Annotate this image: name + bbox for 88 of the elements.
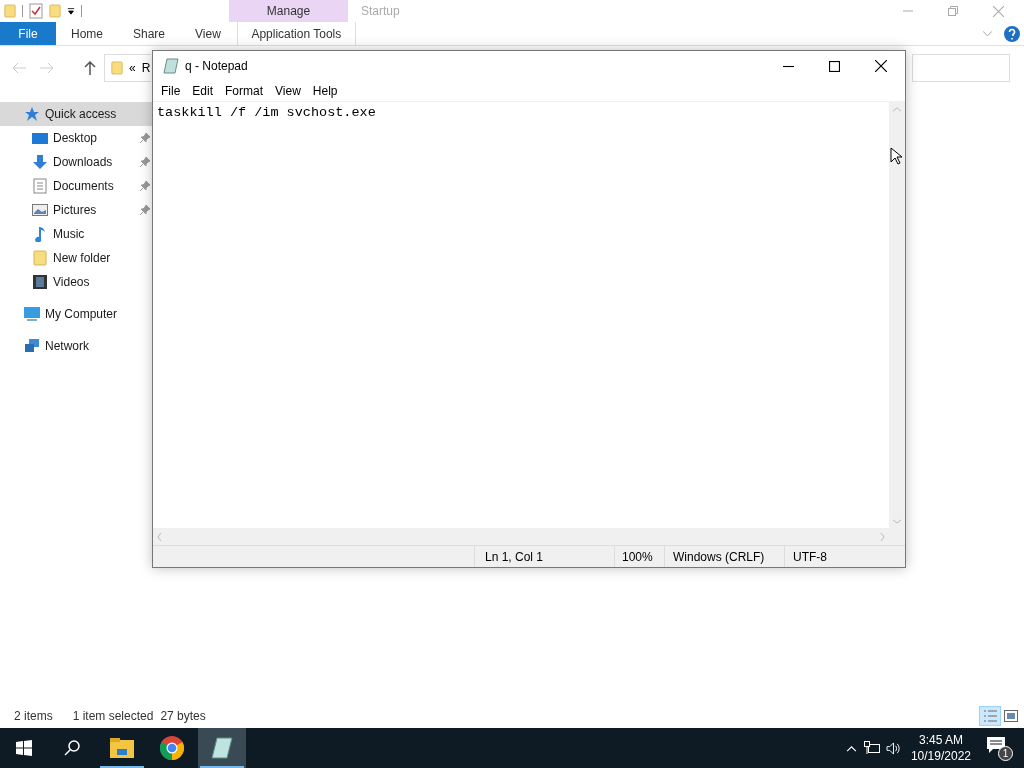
notification-button[interactable]: 1 <box>987 735 1013 761</box>
folder-icon <box>111 60 123 76</box>
folder-icon <box>32 250 48 266</box>
chevron-up-icon[interactable] <box>845 744 857 752</box>
forward-arrow-icon[interactable] <box>40 62 54 74</box>
ribbon-tab[interactable]: View <box>180 22 236 45</box>
status-zoom: 100% <box>614 546 664 567</box>
star-icon <box>24 106 40 122</box>
ribbon-tab[interactable]: File <box>0 22 56 45</box>
nav-item[interactable]: My Computer <box>0 302 152 326</box>
address-chevron: « <box>129 60 136 77</box>
nav-item[interactable]: New folder <box>0 246 152 270</box>
network-icon[interactable] <box>863 741 880 755</box>
search-field[interactable] <box>912 54 1010 82</box>
status-text: 2 items <box>14 708 53 725</box>
menu-item[interactable]: Format <box>219 82 270 100</box>
nav-item[interactable]: Pictures <box>0 198 152 222</box>
notification-count: 1 <box>998 746 1013 761</box>
clock-date: 10/19/2022 <box>910 748 971 764</box>
folder-icon <box>4 3 16 19</box>
maximize-icon[interactable] <box>829 60 840 72</box>
status-text: 1 item selected <box>72 708 154 725</box>
nav-item[interactable]: Downloads <box>0 150 152 174</box>
nav-item[interactable]: Music <box>0 222 152 246</box>
menu-item[interactable]: Edit <box>186 82 220 100</box>
pin-icon[interactable] <box>140 205 150 215</box>
network-icon <box>24 338 40 354</box>
search-icon[interactable] <box>64 740 80 756</box>
restore-icon[interactable] <box>948 6 958 16</box>
up-arrow-icon[interactable] <box>84 61 96 75</box>
nav-label: Videos <box>53 274 91 291</box>
menu-item[interactable]: File <box>155 82 187 100</box>
text-area[interactable]: taskkill /f /im svchost.exe <box>153 102 889 528</box>
large-icons-view-icon[interactable] <box>1004 710 1018 722</box>
address-bar[interactable]: « R <box>104 54 151 82</box>
menu-item[interactable]: View <box>269 82 307 100</box>
nav-label: Pictures <box>53 202 98 219</box>
back-arrow-icon[interactable] <box>12 62 26 74</box>
nav-label: Music <box>53 226 86 243</box>
nav-item[interactable]: Videos <box>0 270 152 294</box>
pin-icon[interactable] <box>140 133 150 143</box>
nav-label: Desktop <box>53 130 99 147</box>
status-position: Ln 1, Col 1 <box>474 546 614 567</box>
inactive-group-header: Startup <box>361 3 400 20</box>
nav-label: Quick access <box>45 106 118 123</box>
window-title: q - Notepad <box>185 58 248 75</box>
chrome-icon <box>160 736 184 760</box>
folder-icon <box>110 738 134 758</box>
computer-icon <box>24 306 40 322</box>
nav-item[interactable]: Desktop <box>0 126 152 150</box>
nav-label: My Computer <box>45 306 119 323</box>
nav-label: New folder <box>53 250 112 267</box>
help-icon[interactable] <box>1004 25 1020 42</box>
nav-item[interactable]: Quick access <box>0 102 152 126</box>
close-icon[interactable] <box>875 60 887 72</box>
nav-item[interactable]: Documents <box>0 174 152 198</box>
speaker-icon[interactable] <box>885 741 901 755</box>
pin-icon[interactable] <box>140 157 150 167</box>
taskbar-app[interactable] <box>198 728 246 768</box>
pin-icon[interactable] <box>140 181 150 191</box>
desktop-icon <box>32 130 48 146</box>
clock-time: 3:45 AM <box>918 732 963 748</box>
nav-label: Downloads <box>53 154 114 171</box>
cursor-icon <box>890 147 902 165</box>
status-encoding: UTF-8 <box>784 546 905 567</box>
film-icon <box>32 274 48 290</box>
document-icon <box>32 178 48 194</box>
nav-label: Documents <box>53 178 115 195</box>
folder-icon <box>49 3 61 19</box>
picture-icon <box>32 202 48 218</box>
address-text: R <box>141 60 151 77</box>
ribbon-tab[interactable]: Share <box>118 22 181 45</box>
dropdown-icon[interactable] <box>67 7 75 15</box>
checklist-icon[interactable] <box>29 3 43 19</box>
notepad-icon <box>210 736 234 760</box>
chevron-down-icon[interactable] <box>983 30 992 37</box>
ribbon-tab[interactable]: Home <box>56 22 118 45</box>
download-icon <box>32 154 48 170</box>
status-line-ending: Windows (CRLF) <box>664 546 784 567</box>
windows-logo-icon[interactable] <box>16 740 32 756</box>
nav-label: Network <box>45 338 90 355</box>
contextual-group-header: Manage <box>229 0 348 22</box>
music-note-icon <box>32 226 48 242</box>
ribbon-tab[interactable]: Application Tools <box>236 22 356 45</box>
notepad-icon <box>163 58 179 74</box>
status-text: 27 bytes <box>160 708 206 725</box>
menu-item[interactable]: Help <box>306 82 344 100</box>
nav-item[interactable]: Network <box>0 334 152 358</box>
